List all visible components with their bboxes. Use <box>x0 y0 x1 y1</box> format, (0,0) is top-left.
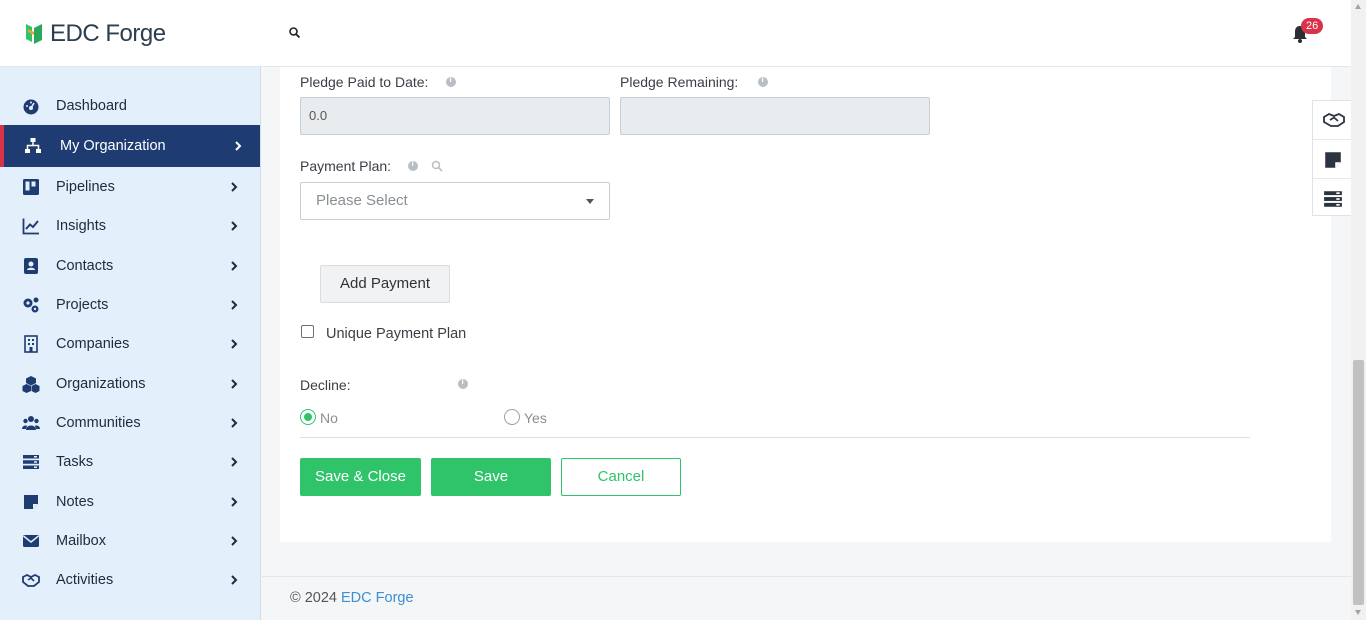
logo-icon <box>26 24 42 44</box>
decline-no-radio[interactable] <box>300 409 316 425</box>
add-payment-button[interactable]: Add Payment <box>320 265 450 303</box>
scroll-up-arrow[interactable] <box>1355 4 1361 9</box>
sidebar-item-label: Communities <box>56 415 141 431</box>
sidebar-item-label: Mailbox <box>56 533 106 549</box>
sidebar-item-label: Contacts <box>56 258 114 274</box>
footer: © 2024 EDC Forge <box>262 576 1351 620</box>
sitemap-icon <box>25 138 41 153</box>
sidebar-item-my-organization[interactable]: My Organization <box>0 125 260 167</box>
gears-icon <box>23 297 39 313</box>
brand-logo[interactable]: EDC Forge <box>24 20 166 48</box>
info-icon[interactable] <box>446 75 456 87</box>
cancel-button[interactable]: Cancel <box>561 458 681 496</box>
decline-yes-label: Yes <box>524 410 547 426</box>
sidebar-item-organizations[interactable]: Organizations <box>0 364 260 404</box>
info-icon[interactable] <box>758 75 768 87</box>
footer-copyright: © 2024 EDC Forge <box>290 590 414 606</box>
chevron-right-icon <box>231 300 238 310</box>
chevron-right-icon <box>231 261 238 271</box>
notification-badge: 26 <box>1301 18 1324 34</box>
quick-note-button[interactable] <box>1313 139 1353 177</box>
decline-label: Decline: <box>300 377 351 393</box>
chevron-down-icon <box>586 199 594 204</box>
sidebar-item-label: Pipelines <box>56 179 115 195</box>
pledge-remaining-field[interactable] <box>620 97 930 135</box>
contact-card-icon <box>24 258 38 274</box>
envelope-icon <box>23 535 39 547</box>
unique-payment-plan-label: Unique Payment Plan <box>326 326 467 342</box>
sticky-note-icon <box>1325 152 1341 168</box>
building-icon <box>24 335 38 353</box>
sidebar-item-dashboard[interactable]: Dashboard <box>0 86 260 126</box>
chevron-right-icon <box>231 497 238 507</box>
search-icon[interactable] <box>288 26 302 40</box>
page-scrollbar[interactable] <box>1351 0 1366 620</box>
sidebar-item-insights[interactable]: Insights <box>0 206 260 246</box>
sidebar-item-label: Notes <box>56 494 94 510</box>
chevron-right-icon <box>231 339 238 349</box>
cubes-icon <box>22 376 40 393</box>
sidebar-item-tasks[interactable]: Tasks <box>0 442 260 482</box>
save-button[interactable]: Save <box>431 458 551 496</box>
sidebar-item-label: Dashboard <box>56 98 127 114</box>
handshake-icon <box>22 573 40 587</box>
sidebar-item-projects[interactable]: Projects <box>0 285 260 325</box>
quick-activity-button[interactable] <box>1313 101 1353 139</box>
sidebar: Dashboard My Organization Pipelines Insi… <box>0 67 261 620</box>
search-icon[interactable] <box>431 160 443 172</box>
info-icon[interactable] <box>458 377 468 389</box>
sidebar-item-label: Insights <box>56 218 106 234</box>
chevron-right-icon <box>231 221 238 231</box>
chevron-right-icon <box>231 457 238 467</box>
quick-actions-panel <box>1312 100 1353 216</box>
handshake-icon <box>1323 112 1345 127</box>
sidebar-item-label: Projects <box>56 297 109 313</box>
sticky-note-icon <box>24 495 38 509</box>
form-card: Pledge Paid to Date: 0.0 Pledge Remainin… <box>280 67 1331 542</box>
decline-no-label: No <box>320 410 338 426</box>
payment-plan-placeholder: Please Select <box>316 192 408 209</box>
chevron-right-icon <box>231 418 238 428</box>
chart-line-icon <box>22 218 39 235</box>
pledge-paid-field[interactable]: 0.0 <box>300 97 610 135</box>
save-and-close-button[interactable]: Save & Close <box>300 458 421 496</box>
footer-brand-link[interactable]: EDC Forge <box>341 590 414 606</box>
sidebar-item-label: Companies <box>56 336 130 352</box>
sidebar-item-pipelines[interactable]: Pipelines <box>0 167 260 207</box>
dashboard-icon <box>23 99 39 115</box>
sidebar-item-label: My Organization <box>60 138 166 154</box>
chevron-right-icon <box>231 536 238 546</box>
users-icon <box>22 416 40 430</box>
scroll-thumb[interactable] <box>1353 360 1364 605</box>
decline-yes-radio[interactable] <box>504 409 520 425</box>
sidebar-item-communities[interactable]: Communities <box>0 403 260 443</box>
chevron-right-icon <box>231 575 238 585</box>
sidebar-item-label: Activities <box>56 572 114 588</box>
payment-plan-label: Payment Plan: <box>300 158 392 174</box>
pledge-remaining-label: Pledge Remaining: <box>620 74 739 90</box>
sidebar-item-companies[interactable]: Companies <box>0 324 260 364</box>
sidebar-item-mailbox[interactable]: Mailbox <box>0 521 260 561</box>
sidebar-item-label: Organizations <box>56 376 146 392</box>
tasks-icon <box>1324 191 1342 207</box>
pledge-paid-label: Pledge Paid to Date: <box>300 74 429 90</box>
sidebar-item-label: Tasks <box>56 454 94 470</box>
scroll-down-arrow[interactable] <box>1355 610 1361 615</box>
chevron-right-icon <box>231 182 238 192</box>
sidebar-item-notes[interactable]: Notes <box>0 482 260 522</box>
payment-plan-select[interactable]: Please Select <box>300 182 610 220</box>
chevron-right-icon <box>231 379 238 389</box>
quick-task-button[interactable] <box>1313 178 1353 216</box>
sidebar-item-activities[interactable]: Activities <box>0 560 260 600</box>
top-header: EDC Forge 26 <box>0 0 1351 67</box>
pipelines-icon <box>23 179 39 195</box>
chevron-right-icon <box>235 141 242 151</box>
brand-name: EDC Forge <box>50 20 166 47</box>
copyright-text: © 2024 <box>290 590 337 606</box>
sidebar-item-contacts[interactable]: Contacts <box>0 246 260 286</box>
info-icon[interactable] <box>408 159 418 171</box>
tasks-icon <box>23 455 39 469</box>
unique-payment-plan-checkbox[interactable] <box>301 325 314 338</box>
divider <box>300 437 1250 438</box>
